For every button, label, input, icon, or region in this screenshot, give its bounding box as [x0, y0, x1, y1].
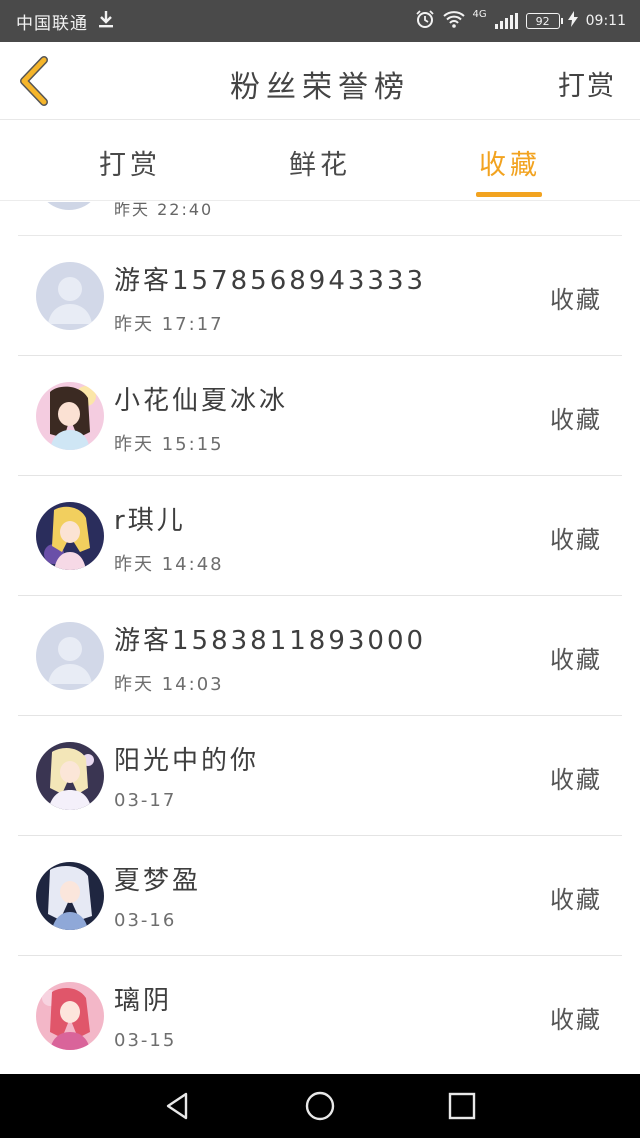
avatar: [36, 382, 104, 450]
home-circle-icon[interactable]: [304, 1090, 336, 1122]
reward-button[interactable]: 打赏: [558, 64, 616, 103]
back-triangle-icon[interactable]: [162, 1090, 194, 1122]
tab-bar: 打赏 鲜花 收藏: [0, 121, 640, 201]
avatar: [36, 622, 104, 690]
carrier-label: 中国联通: [16, 13, 88, 34]
list-item-name: 夏梦盈: [114, 866, 202, 896]
system-nav-bar: [0, 1074, 640, 1138]
fan-list[interactable]: 昨天 22:40 游客1578568943333 昨天 17:17 收藏 小花仙…: [0, 202, 640, 1074]
avatar: [36, 502, 104, 570]
list-item-name: r琪儿: [114, 506, 186, 536]
list-item-time: 昨天 15:15: [114, 434, 224, 455]
alarm-icon: [415, 9, 435, 33]
tab-reward[interactable]: 打赏: [60, 143, 200, 182]
list-item-action: 收藏: [550, 1006, 602, 1034]
list-item[interactable]: 夏梦盈 03-16 收藏: [18, 836, 622, 956]
clock-label: 09:11: [585, 13, 626, 29]
list-item-time: 昨天 17:17: [114, 314, 224, 335]
list-item[interactable]: 小花仙夏冰冰 昨天 15:15 收藏: [18, 356, 622, 476]
list-item-action: 收藏: [550, 406, 602, 434]
tab-favorites[interactable]: 收藏: [440, 143, 580, 182]
list-item[interactable]: r琪儿 昨天 14:48 收藏: [18, 476, 622, 596]
list-item-name: 小花仙夏冰冰: [114, 386, 289, 416]
tab-flowers[interactable]: 鲜花: [250, 143, 390, 182]
list-item-name: 璃阴: [114, 986, 173, 1016]
status-bar: 中国联通 4G 92 09:11: [0, 0, 640, 42]
header: 粉丝荣誉榜 打赏: [0, 42, 640, 120]
avatar: [36, 742, 104, 810]
list-item-action: 收藏: [550, 766, 602, 794]
list-item-action: 收藏: [550, 646, 602, 674]
charging-icon: [567, 11, 578, 31]
signal-icon: [494, 13, 518, 29]
list-item[interactable]: 游客1583811893000 昨天 14:03 收藏: [18, 596, 622, 716]
list-item-name: 阳光中的你: [114, 746, 260, 776]
page-title: 粉丝荣誉榜: [230, 70, 410, 105]
avatar: [36, 262, 104, 330]
avatar: [36, 202, 102, 210]
list-item-name: 游客1583811893000: [114, 626, 427, 656]
tab-active-indicator: [476, 192, 542, 197]
list-item[interactable]: 游客1578568943333 昨天 17:17 收藏: [18, 236, 622, 356]
avatar: [36, 862, 104, 930]
list-item-partial[interactable]: 昨天 22:40: [18, 202, 622, 236]
battery-level: 92: [535, 14, 550, 28]
list-item-time: 03-16: [114, 910, 177, 931]
status-left: 中国联通: [16, 0, 116, 42]
list-item-action: 收藏: [550, 886, 602, 914]
network-type-label: 4G: [472, 9, 487, 20]
avatar: [36, 982, 104, 1050]
list-item-time: 03-15: [114, 1030, 177, 1051]
download-icon: [96, 9, 116, 34]
list-item-time: 昨天 22:40: [114, 202, 214, 219]
wifi-icon: [442, 10, 465, 32]
list-item[interactable]: 璃阴 03-15 收藏: [18, 956, 622, 1074]
list-item-action: 收藏: [550, 286, 602, 314]
list-item-time: 03-17: [114, 790, 177, 811]
list-item-action: 收藏: [550, 526, 602, 554]
battery-icon: 92: [525, 13, 563, 29]
list-item-name: 游客1578568943333: [114, 266, 427, 296]
recents-square-icon[interactable]: [446, 1090, 478, 1122]
list-item-time: 昨天 14:03: [114, 674, 224, 695]
status-right: 4G 92 09:11: [415, 0, 626, 42]
list-item[interactable]: 阳光中的你 03-17 收藏: [18, 716, 622, 836]
list-item-time: 昨天 14:48: [114, 554, 224, 575]
